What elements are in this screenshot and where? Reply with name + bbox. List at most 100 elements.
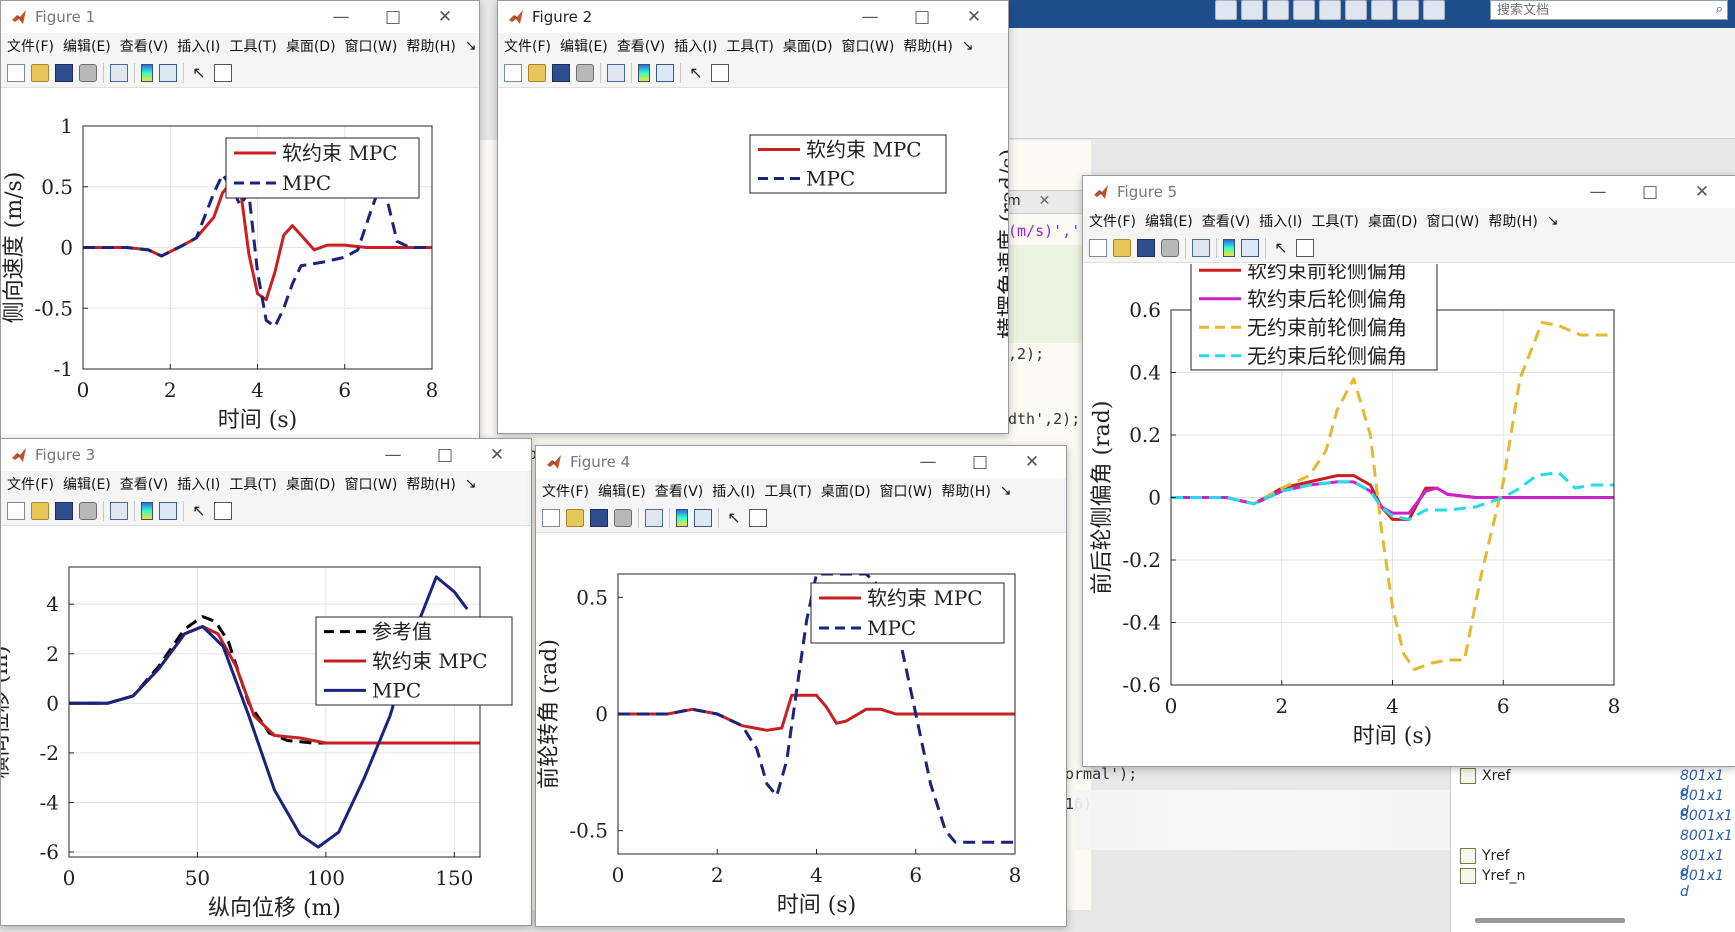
dropdown-icon[interactable] [1423,0,1445,20]
figure-title-bar[interactable]: Figure 5 — □ ✕ [1083,176,1735,208]
menu-overflow-icon[interactable]: ↘ [1547,213,1559,229]
menu-item[interactable]: 文件(F) [7,36,54,56]
menu-item[interactable]: 文件(F) [7,474,54,494]
legend-icon[interactable] [694,509,712,527]
minimize-icon[interactable]: — [1572,180,1624,204]
print-icon[interactable] [79,502,97,520]
legend[interactable]: 软约束前轮侧偏角软约束后轮侧偏角无约束前轮侧偏角无约束后轮侧偏角 [1190,264,1438,371]
menu-item[interactable]: 工具(T) [229,36,276,56]
menu-item[interactable]: 桌面(D) [783,36,833,56]
link-plot-icon[interactable] [607,64,625,82]
paste-icon[interactable] [1293,0,1315,20]
edit-plot-arrow-icon[interactable]: ↖ [725,509,743,527]
menu-item[interactable]: 帮助(H) [406,36,455,56]
legend[interactable]: 软约束 MPC MPC [749,134,947,194]
property-editor-icon[interactable] [214,64,232,82]
workspace-variable[interactable]: Yref_n [1460,868,1525,884]
minimize-icon[interactable]: — [844,5,896,29]
close-icon[interactable]: ✕ [471,443,523,467]
menu-item[interactable]: 桌面(D) [1368,211,1418,231]
property-editor-icon[interactable] [214,502,232,520]
menu-item[interactable]: 编辑(E) [598,481,646,501]
open-file-icon[interactable] [566,509,584,527]
link-plot-icon[interactable] [645,509,663,527]
figure-title-bar[interactable]: Figure 1 — □ ✕ [1,1,479,33]
menu-item[interactable]: 编辑(E) [63,36,111,56]
menu-overflow-icon[interactable]: ↘ [962,38,974,54]
switch-windows-icon[interactable] [1371,0,1393,20]
open-file-icon[interactable] [31,502,49,520]
close-icon[interactable]: ✕ [948,5,1000,29]
workspace-scrollbar[interactable] [1475,918,1625,923]
plot-area[interactable]: 0 2 4 6 8-0.500.5时间 (s)前轮转角 (rad)软约束 MPCMPC [536,534,1066,926]
workspace-variable[interactable]: Yref [1460,848,1510,864]
figure-title-bar[interactable]: Figure 4 — □ ✕ [536,446,1066,478]
menu-item[interactable]: 工具(T) [1311,211,1358,231]
open-file-icon[interactable] [1113,239,1131,257]
colorbar-icon[interactable] [141,502,153,520]
edit-plot-arrow-icon[interactable]: ↖ [687,64,705,82]
minimize-icon[interactable]: — [902,450,954,474]
save-figure-icon[interactable] [55,502,73,520]
menu-item[interactable]: 查看(V) [120,36,169,56]
menu-item[interactable]: 查看(V) [655,481,704,501]
close-icon[interactable]: ✕ [1676,180,1728,204]
new-figure-icon[interactable] [1089,239,1107,257]
print-icon[interactable] [614,509,632,527]
menu-item[interactable]: 查看(V) [617,36,666,56]
legend[interactable]: 软约束 MPC MPC [810,582,1005,644]
help-icon[interactable] [1397,0,1419,20]
plot-area[interactable]: 0 50 100 150 -6 -4 -2 0 2 4 纵向位移 (m) 横向位移 (m) 参考值软约束… [1,527,531,925]
search-icon[interactable]: ⌕ [1716,2,1723,17]
property-editor-icon[interactable] [711,64,729,82]
maximize-icon[interactable]: □ [419,443,471,467]
menu-item[interactable]: 帮助(H) [1488,211,1537,231]
close-tab-icon[interactable]: ✕ [1039,193,1051,209]
link-plot-icon[interactable] [110,64,128,82]
menu-item[interactable]: 文件(F) [504,36,551,56]
documentation-search[interactable]: ⌕ [1490,0,1728,20]
legend[interactable]: 参考值软约束 MPC MPC [315,616,513,706]
menu-item[interactable]: 编辑(E) [560,36,608,56]
workspace-variable[interactable]: Xref [1460,768,1511,784]
menu-item[interactable]: 插入(I) [177,474,220,494]
legend-icon[interactable] [656,64,674,82]
editor-tab[interactable]: m✕+ [1000,190,1104,214]
save-icon[interactable] [1215,0,1237,20]
menu-item[interactable]: 文件(F) [542,481,589,501]
edit-plot-arrow-icon[interactable]: ↖ [1272,239,1290,257]
figure-window[interactable]: Figure 3 — □ ✕ 文件(F) 编辑(E) 查看(V) 插入(I) 工具(T) 桌面(D… [0,438,532,926]
menu-item[interactable]: 帮助(H) [903,36,952,56]
menu-item[interactable]: 插入(I) [712,481,755,501]
menu-item[interactable]: 插入(I) [1259,211,1302,231]
menu-item[interactable]: 编辑(E) [1145,211,1193,231]
menu-item[interactable]: 工具(T) [764,481,811,501]
maximize-icon[interactable]: □ [367,5,419,29]
save-figure-icon[interactable] [552,64,570,82]
colorbar-icon[interactable] [676,509,688,527]
new-figure-icon[interactable] [504,64,522,82]
menu-item[interactable]: 查看(V) [120,474,169,494]
menu-item[interactable]: 工具(T) [229,474,276,494]
menu-item[interactable]: 窗口(W) [1427,211,1480,231]
save-figure-icon[interactable] [590,509,608,527]
menu-item[interactable]: 桌面(D) [286,474,336,494]
minimize-icon[interactable]: — [367,443,419,467]
property-editor-icon[interactable] [749,509,767,527]
menu-item[interactable]: 帮助(H) [941,481,990,501]
menu-item[interactable]: 插入(I) [674,36,717,56]
redo-icon[interactable] [1345,0,1367,20]
search-input[interactable] [1495,1,1699,19]
figure-title-bar[interactable]: Figure 3 — □ ✕ [1,439,531,471]
figure-window[interactable]: Figure 4 — □ ✕ 文件(F) 编辑(E) 查看(V) 插入(I) 工具(T) 桌面(D… [535,445,1067,927]
plot-area[interactable]: 0 2 4 6 8 -1 -0.5 0 0.5 1 时间 (s) 侧向速度 (m/s) 软约束 MPC M… [1,89,479,438]
legend-icon[interactable] [159,502,177,520]
figure-title-bar[interactable]: Figure 2 — □ ✕ [498,1,1008,33]
new-figure-icon[interactable] [542,509,560,527]
menu-overflow-icon[interactable]: ↘ [465,38,477,54]
legend[interactable]: 软约束 MPC MPC [225,137,420,199]
menu-item[interactable]: 窗口(W) [345,474,398,494]
print-icon[interactable] [79,64,97,82]
legend-icon[interactable] [159,64,177,82]
open-file-icon[interactable] [528,64,546,82]
